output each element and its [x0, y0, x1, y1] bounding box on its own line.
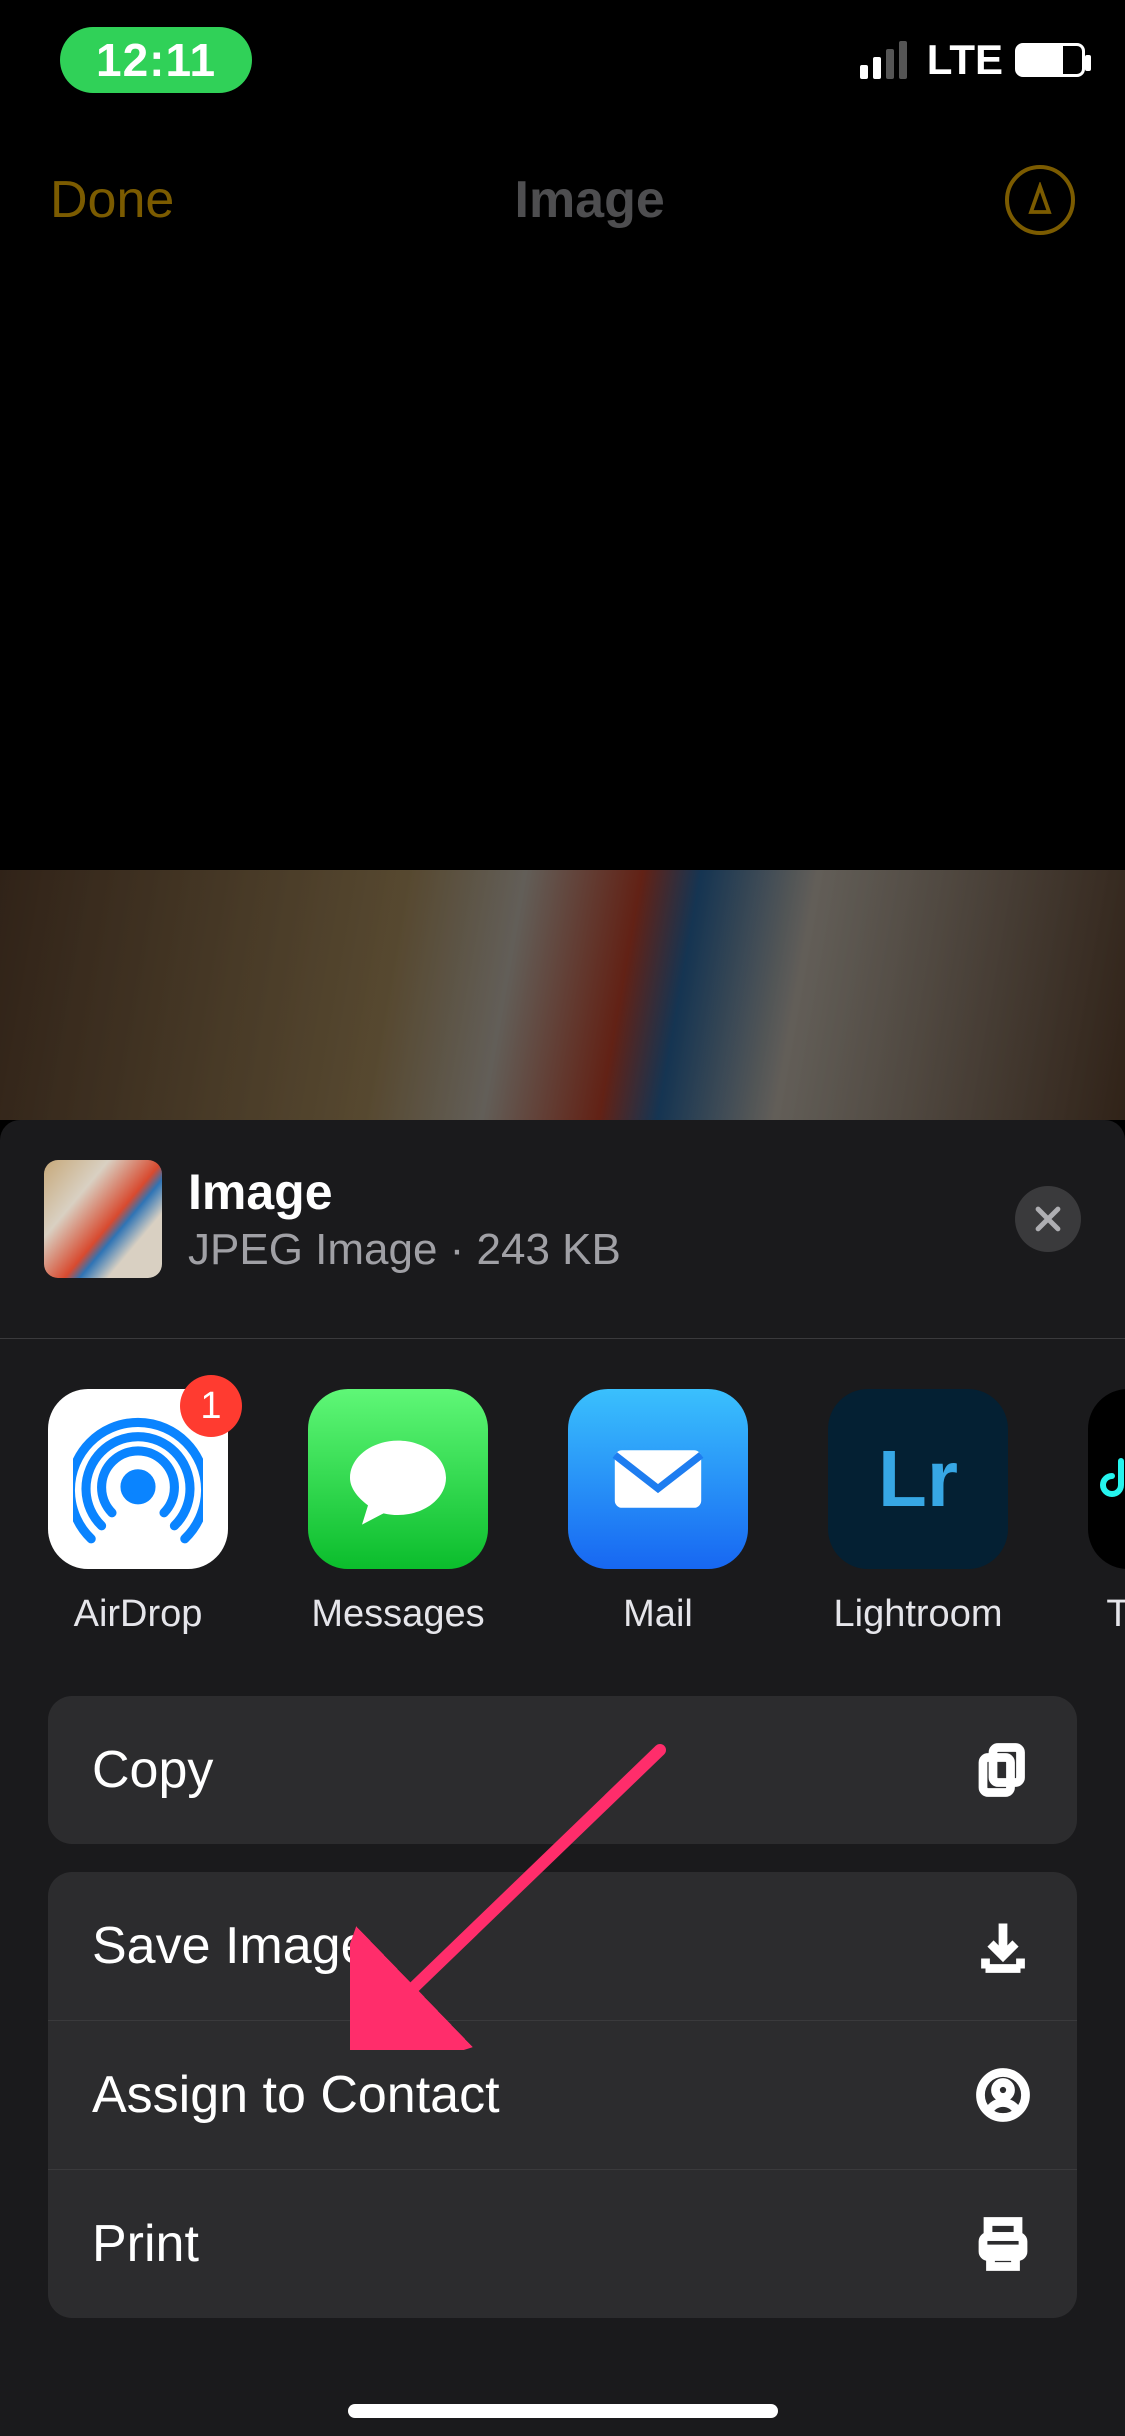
airdrop-badge: 1 [180, 1375, 242, 1437]
network-label: LTE [927, 36, 1003, 84]
close-button[interactable] [1015, 1186, 1081, 1252]
status-right: LTE [860, 36, 1085, 84]
print-icon [973, 2214, 1033, 2274]
sheet-titles: Image JPEG Image · 243 KB [188, 1163, 621, 1275]
action-label: Copy [92, 1740, 213, 1800]
app-label: Mail [623, 1593, 693, 1636]
close-icon [1031, 1202, 1065, 1236]
status-bar: 12:11 LTE [0, 0, 1125, 120]
action-label: Assign to Contact [92, 2065, 500, 2125]
action-group-main: Save Image Assign to Contact Print [48, 1872, 1077, 2318]
done-button[interactable]: Done [50, 170, 174, 230]
markup-icon [1022, 182, 1058, 218]
home-indicator[interactable] [348, 2404, 778, 2418]
sheet-title: Image [188, 1163, 621, 1221]
app-label: T [1106, 1593, 1125, 1636]
sheet-subtitle: JPEG Image · 243 KB [188, 1225, 621, 1275]
actions: Copy Save Image Assign to Contact Print [0, 1696, 1125, 2318]
action-group-copy: Copy [48, 1696, 1077, 1844]
share-sheet: Image JPEG Image · 243 KB 1 AirDrop Mess… [0, 1120, 1125, 2436]
app-mail[interactable]: Mail [568, 1389, 748, 1636]
mail-icon [568, 1389, 748, 1569]
action-print[interactable]: Print [48, 2169, 1077, 2318]
app-tiktok[interactable]: T [1088, 1389, 1125, 1636]
app-label: AirDrop [74, 1593, 203, 1636]
action-save-image[interactable]: Save Image [48, 1872, 1077, 2020]
battery-icon [1015, 43, 1085, 77]
item-thumbnail [44, 1160, 162, 1278]
share-apps-row[interactable]: 1 AirDrop Messages Mail Lr Lightroom [0, 1339, 1125, 1696]
action-label: Save Image [92, 1916, 370, 1976]
app-label: Messages [311, 1593, 484, 1636]
action-label: Print [92, 2214, 199, 2274]
app-airdrop[interactable]: 1 AirDrop [48, 1389, 228, 1636]
lightroom-icon: Lr [828, 1389, 1008, 1569]
airdrop-icon: 1 [48, 1389, 228, 1569]
app-lightroom[interactable]: Lr Lightroom [828, 1389, 1008, 1636]
contact-icon [973, 2065, 1033, 2125]
signal-icon [860, 41, 907, 79]
markup-button[interactable] [1005, 165, 1075, 235]
nav-title: Image [515, 170, 665, 230]
tiktok-icon [1088, 1389, 1125, 1569]
action-copy[interactable]: Copy [48, 1696, 1077, 1844]
app-messages[interactable]: Messages [308, 1389, 488, 1636]
app-label: Lightroom [834, 1593, 1003, 1636]
download-icon [973, 1916, 1033, 1976]
copy-icon [973, 1740, 1033, 1800]
messages-icon [308, 1389, 488, 1569]
sheet-header: Image JPEG Image · 243 KB [0, 1120, 1125, 1339]
status-time-pill[interactable]: 12:11 [60, 27, 252, 93]
nav-bar: Done Image [0, 140, 1125, 260]
action-assign-contact[interactable]: Assign to Contact [48, 2020, 1077, 2169]
